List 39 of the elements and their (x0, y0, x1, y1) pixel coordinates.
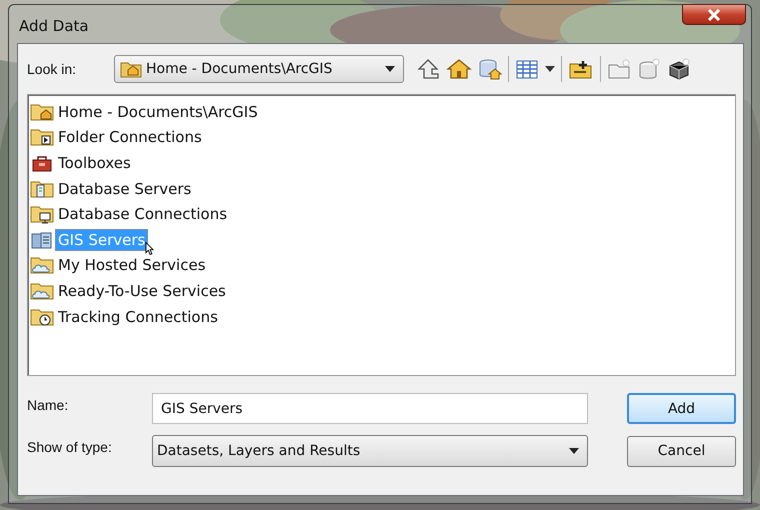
server-folder-icon (30, 178, 54, 199)
caret-icon (569, 448, 579, 454)
server-icon (30, 230, 54, 250)
list-item[interactable]: Home - Documents\ArcGIS (55, 100, 261, 123)
connect-folder-icon[interactable] (568, 58, 594, 80)
clock-folder-icon (30, 306, 54, 327)
list-item[interactable]: Folder Connections (55, 126, 205, 148)
list-item[interactable]: Tracking Connections (55, 306, 221, 328)
close-button[interactable] (682, 4, 746, 25)
home-icon[interactable] (446, 58, 472, 80)
new-database-icon[interactable] (637, 58, 661, 80)
home-folder-icon (30, 102, 54, 122)
folder-icon (30, 127, 54, 148)
caret-icon (385, 66, 395, 72)
add-button[interactable]: Add (627, 393, 736, 424)
list-view-icon[interactable] (515, 58, 539, 80)
list-item[interactable]: Toolboxes (55, 152, 134, 174)
list-item[interactable]: Database Servers (55, 178, 194, 200)
database-home-icon[interactable] (478, 58, 502, 80)
list-item[interactable]: My Hosted Services (55, 254, 209, 276)
look-in-label: Look in: (27, 61, 78, 77)
type-label: Show of type: (27, 438, 113, 455)
caret-icon[interactable] (545, 66, 555, 72)
cancel-button[interactable]: Cancel (627, 436, 736, 466)
home-folder-icon (120, 60, 142, 78)
type-dropdown[interactable]: Datasets, Layers and Results (152, 435, 588, 467)
cloud-folder-icon (30, 255, 54, 276)
new-folder-icon[interactable] (607, 58, 631, 80)
cloud-folder-icon (30, 280, 54, 301)
window-title: Add Data (19, 17, 89, 35)
name-label: Name: (27, 396, 70, 413)
name-field[interactable]: GIS Servers (152, 393, 588, 424)
list-item[interactable]: Ready-To-Use Services (55, 280, 229, 302)
cursor-icon (145, 242, 154, 255)
look-in-dropdown[interactable]: Home - Documents\ArcGIS (114, 55, 404, 83)
close-icon (707, 8, 721, 20)
up-arrow-icon[interactable] (416, 58, 440, 80)
list-item[interactable]: Database Connections (55, 203, 230, 226)
monitor-folder-icon (30, 204, 54, 224)
